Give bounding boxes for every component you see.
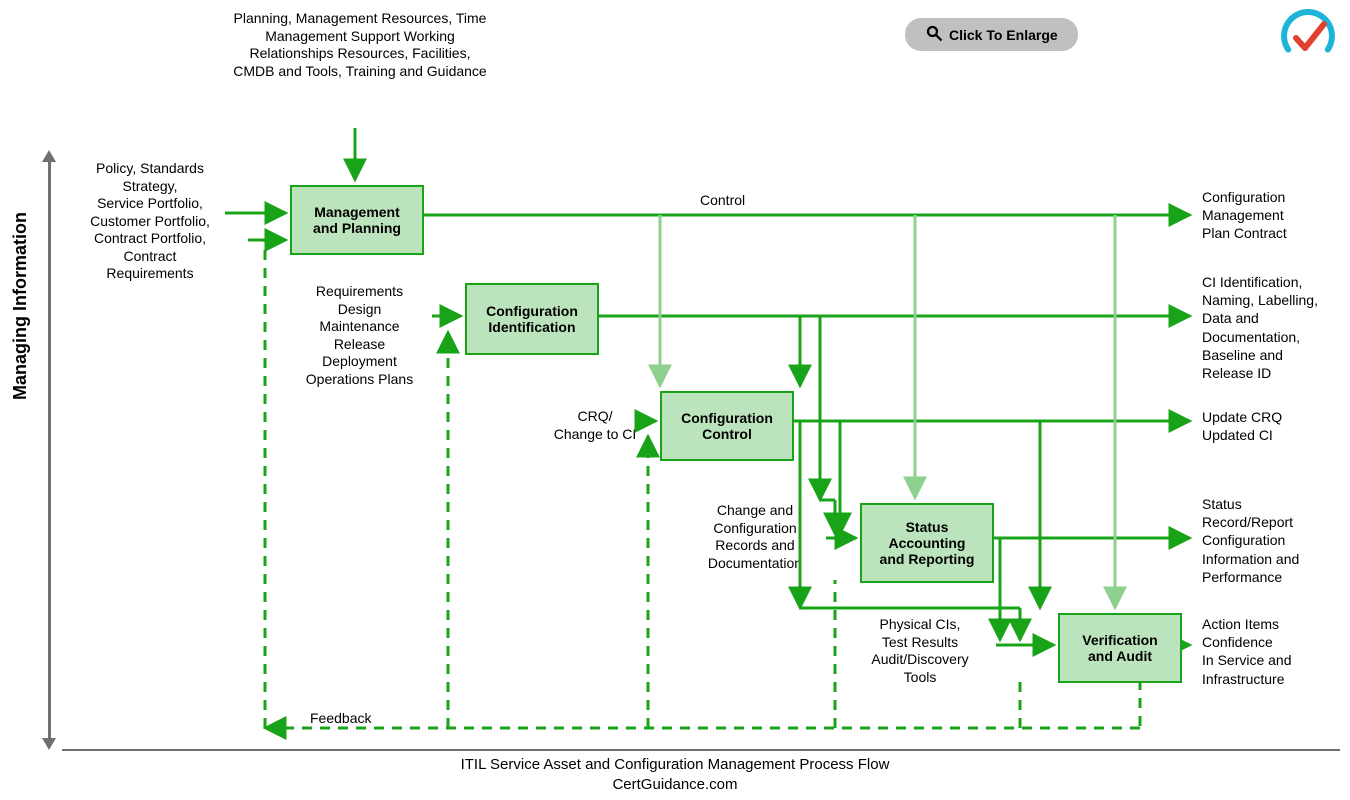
magnifier-icon xyxy=(925,24,943,45)
input-requirements: Requirements Design Maintenance Release … xyxy=(292,283,427,388)
output-status-record: Status Record/Report Configuration Infor… xyxy=(1202,495,1342,586)
diagram-caption: ITIL Service Asset and Configuration Man… xyxy=(0,756,1350,773)
click-to-enlarge-button[interactable]: Click To Enlarge xyxy=(905,18,1078,51)
input-physical-ci: Physical CIs, Test Results Audit/Discove… xyxy=(850,616,990,686)
control-label: Control xyxy=(700,192,745,210)
output-action-items: Action Items Confidence In Service and I… xyxy=(1202,615,1342,688)
brand-logo xyxy=(1280,8,1336,64)
enlarge-label: Click To Enlarge xyxy=(949,27,1058,43)
left-input-text: Policy, Standards Strategy, Service Port… xyxy=(80,160,220,283)
diagram-canvas: Click To Enlarge Managing Information Pl… xyxy=(0,0,1350,800)
input-crq: CRQ/ Change to CI xyxy=(545,408,645,443)
output-update-crq: Update CRQ Updated CI xyxy=(1202,408,1342,444)
box-management-planning: Management and Planning xyxy=(290,185,424,255)
feedback-label: Feedback xyxy=(310,710,371,728)
box-configuration-identification: Configuration Identification xyxy=(465,283,599,355)
site-label: CertGuidance.com xyxy=(0,776,1350,793)
box-configuration-control: Configuration Control xyxy=(660,391,794,461)
box-verification-audit: Verification and Audit xyxy=(1058,613,1182,683)
box-status-accounting: Status Accounting and Reporting xyxy=(860,503,994,583)
vertical-axis-label: Managing Information xyxy=(10,212,31,400)
vertical-double-arrow-icon xyxy=(48,160,51,740)
input-change-records: Change and Configuration Records and Doc… xyxy=(685,502,825,572)
output-config-plan: Configuration Management Plan Contract xyxy=(1202,188,1342,243)
top-input-text: Planning, Management Resources, Time Man… xyxy=(230,10,490,80)
output-ci-identification: CI Identification, Naming, Labelling, Da… xyxy=(1202,273,1342,382)
